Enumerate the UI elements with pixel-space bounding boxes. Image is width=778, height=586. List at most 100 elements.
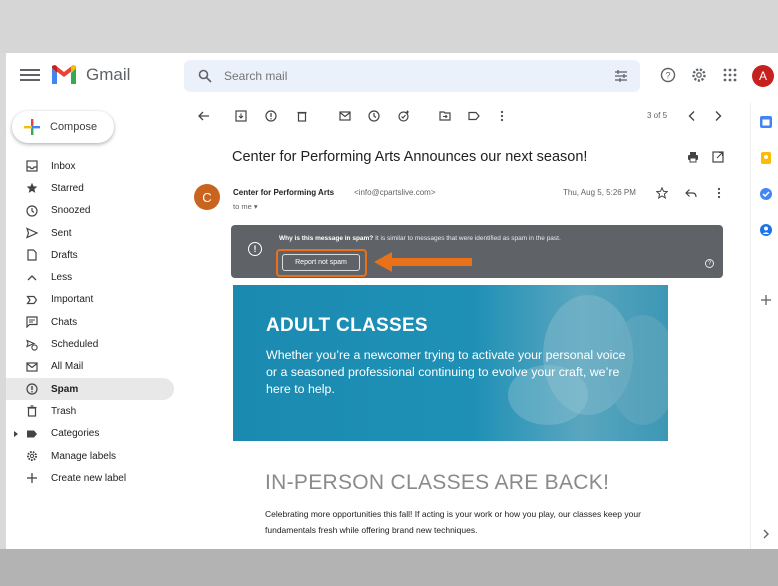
keep-icon[interactable]	[759, 151, 773, 165]
label-as-icon[interactable]	[468, 110, 480, 122]
open-new-window-icon[interactable]	[712, 151, 724, 163]
spam-question: Why is this message in spam?	[279, 235, 374, 242]
sidebar-item-important[interactable]: Important	[6, 289, 174, 311]
sidebar-item-label: Scheduled	[51, 339, 99, 351]
chat-icon	[26, 316, 38, 329]
draft-icon	[27, 249, 37, 261]
report-not-spam-button[interactable]: Report not spam	[282, 254, 360, 271]
search-input[interactable]	[224, 69, 584, 83]
move-to-icon[interactable]	[439, 110, 451, 122]
more-vertical-icon[interactable]	[496, 110, 508, 122]
scheduled-icon	[26, 339, 38, 351]
sidebar-item-inbox[interactable]: Inbox	[6, 155, 174, 177]
hero-banner: ADULT CLASSES Whether you’re a newcomer …	[233, 285, 668, 441]
sidebar-item-label: Manage labels	[51, 450, 117, 462]
snooze-clock-icon[interactable]	[368, 110, 380, 122]
pagination-count: 3 of 5	[647, 111, 668, 120]
sidebar-item-trash[interactable]: Trash	[6, 400, 174, 422]
sidebar-item-manage-labels[interactable]: Manage labels	[6, 445, 174, 467]
mail-icon	[26, 362, 38, 372]
back-arrow-icon[interactable]	[198, 110, 210, 122]
section-body: Celebrating more opportunities this fall…	[265, 509, 641, 535]
chevron-right-icon[interactable]	[712, 110, 724, 122]
print-icon[interactable]	[687, 151, 699, 163]
plus-icon	[27, 473, 37, 484]
help-icon[interactable]: ?	[660, 67, 676, 83]
sender-email: <info@cpartslive.com>	[354, 188, 436, 197]
sidebar-item-chats[interactable]: Chats	[6, 311, 174, 333]
sidebar-item-scheduled[interactable]: Scheduled	[6, 333, 174, 355]
sidebar-item-less[interactable]: Less	[6, 266, 174, 288]
sidebar-item-label: Create new label	[51, 472, 127, 484]
spam-explanation: Why is this message in spam? It is simil…	[279, 235, 561, 242]
gmail-logo[interactable]: Gmail	[50, 64, 130, 86]
important-icon	[26, 295, 38, 305]
sender-avatar: C	[194, 184, 220, 210]
sidebar-item-categories[interactable]: Categories	[6, 423, 174, 445]
gear-icon	[27, 451, 37, 461]
sidebar-item-sent[interactable]: Sent	[6, 222, 174, 244]
sidebar-item-starred[interactable]: Starred	[6, 177, 174, 199]
add-addon-plus-icon[interactable]	[759, 293, 773, 307]
top-frame-band	[0, 0, 778, 53]
trash-icon	[27, 405, 37, 418]
sidebar-item-label: Trash	[51, 405, 77, 417]
sidebar-item-label: Drafts	[51, 249, 78, 261]
bottom-frame-band	[0, 549, 778, 586]
sidebar-item-label: Snoozed	[51, 205, 91, 217]
warning-icon: !	[248, 242, 262, 256]
hero-body: Whether you’re a newcomer trying to acti…	[266, 348, 626, 396]
spam-help-icon[interactable]: ?	[705, 259, 714, 268]
sidebar-nav: Inbox Starred Snoozed Sent Drafts Less I…	[6, 155, 174, 489]
inbox-icon	[26, 160, 38, 172]
compose-label: Compose	[50, 121, 98, 133]
chevron-left-icon[interactable]	[686, 110, 698, 122]
sidebar-item-drafts[interactable]: Drafts	[6, 244, 174, 266]
delete-icon[interactable]	[296, 110, 308, 122]
email-subject: Center for Performing Arts Announces our…	[232, 149, 588, 165]
sidebar-item-all-mail[interactable]: All Mail	[6, 356, 174, 378]
sidebar-item-spam[interactable]: Spam	[6, 377, 174, 401]
more-vertical-icon[interactable]	[713, 187, 725, 199]
hero-title: ADULT CLASSES	[266, 315, 428, 336]
apps-grid-icon[interactable]	[722, 67, 738, 83]
report-spam-icon[interactable]	[265, 110, 277, 122]
main-menu-button[interactable]	[20, 66, 40, 86]
archive-icon[interactable]	[235, 110, 247, 122]
spam-reason: It is similar to messages that were iden…	[373, 235, 561, 242]
compose-plus-icon	[24, 119, 40, 135]
compose-button[interactable]: Compose	[12, 111, 114, 143]
add-to-tasks-icon[interactable]	[398, 110, 410, 122]
settings-gear-icon[interactable]	[691, 67, 707, 83]
sidebar-item-label: Important	[51, 294, 94, 306]
svg-text:?: ?	[665, 71, 670, 81]
section-title: IN-PERSON CLASSES ARE BACK!	[265, 471, 610, 494]
gmail-window: Gmail ? A	[6, 53, 778, 549]
tutorial-arrow-icon	[374, 252, 472, 272]
expand-caret-icon[interactable]	[14, 430, 18, 437]
sidebar-item-label: Sent	[51, 227, 72, 239]
account-avatar[interactable]: A	[752, 65, 774, 87]
calendar-icon[interactable]	[759, 115, 773, 129]
star-icon[interactable]	[656, 187, 668, 199]
sidebar-item-snoozed[interactable]: Snoozed	[6, 200, 174, 222]
chevron-up-icon	[27, 274, 37, 281]
reply-icon[interactable]	[685, 187, 697, 199]
label-icon	[27, 430, 37, 438]
search-bar[interactable]	[184, 60, 640, 92]
tasks-icon[interactable]	[759, 187, 773, 201]
search-options-icon[interactable]	[614, 69, 628, 83]
contacts-icon[interactable]	[759, 223, 773, 237]
sidebar-item-label: Inbox	[51, 160, 76, 172]
recipient-details-toggle[interactable]: to me ▾	[233, 202, 258, 211]
gmail-m-icon	[52, 65, 76, 84]
search-icon[interactable]	[198, 69, 212, 83]
sidebar-item-label: Chats	[51, 316, 78, 328]
sidebar-item-create-label[interactable]: Create new label	[6, 467, 174, 489]
expand-panel-chevron-icon[interactable]	[759, 527, 773, 541]
sidebar-item-label: Spam	[51, 383, 79, 395]
gmail-logo-text: Gmail	[86, 65, 131, 84]
mark-unread-icon[interactable]	[339, 110, 351, 122]
message-date: Thu, Aug 5, 5:26 PM	[563, 188, 636, 197]
send-icon	[26, 227, 38, 239]
